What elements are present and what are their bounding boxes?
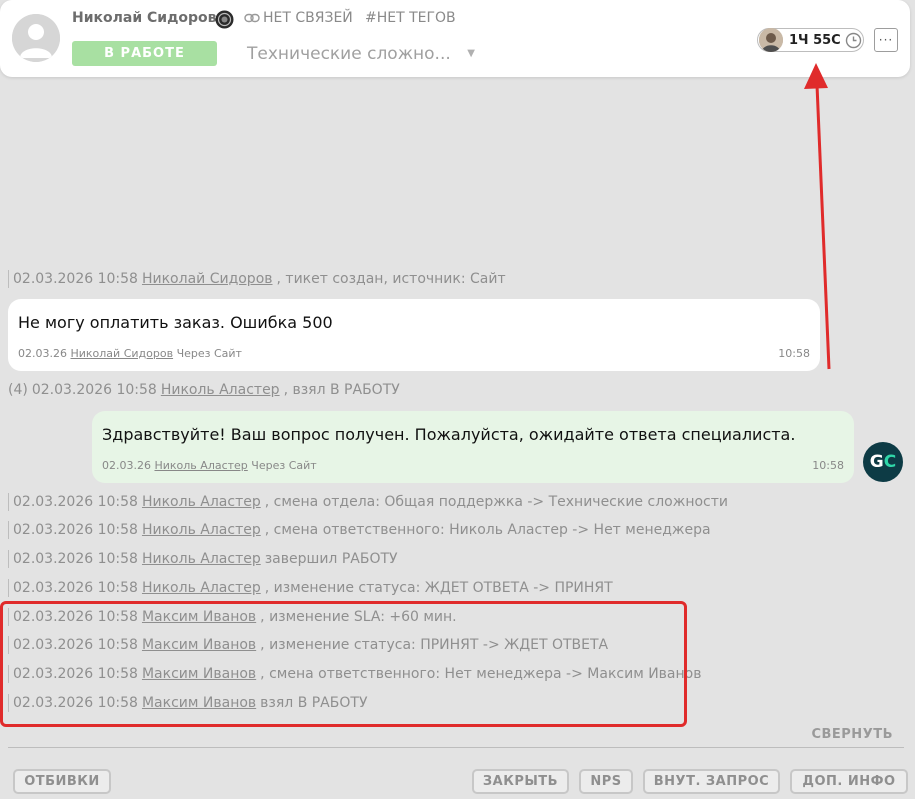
tags-label[interactable]: #НЕТ ТЕГОВ — [365, 10, 456, 26]
event-line: 02.03.2026 10:58 Николь Аластер , измене… — [8, 578, 613, 598]
operator-avatar-initial: G — [869, 452, 884, 472]
close-button[interactable]: ЗАКРЫТЬ — [472, 769, 569, 794]
message-time: 10:58 — [812, 459, 844, 472]
event-user-link[interactable]: Николь Аластер — [142, 551, 261, 567]
event-datetime: 02.03.2026 10:58 — [13, 271, 138, 287]
message-text: Не могу оплатить заказ. Ошибка 500 — [18, 313, 333, 332]
client-message: Не могу оплатить заказ. Ошибка 500 02.03… — [8, 299, 820, 371]
event-count: (4) — [8, 382, 28, 398]
client-name[interactable]: Николай Сидоров — [72, 10, 217, 26]
event-bar — [8, 493, 9, 511]
event-bar — [8, 579, 9, 597]
link-icon — [244, 13, 260, 23]
message-author-link[interactable]: Николай Сидоров — [70, 347, 173, 360]
sla-timer[interactable]: 1Ч 55С — [757, 28, 864, 52]
message-meta: 02.03.26 Николь Аластер Через Сайт — [102, 459, 317, 472]
event-action: , взял В РАБОТУ — [283, 382, 400, 398]
more-button[interactable]: ··· — [874, 28, 898, 52]
event-datetime: 02.03.2026 10:58 — [31, 382, 157, 398]
links-label[interactable]: НЕТ СВЯЗЕЙ — [244, 10, 353, 26]
event-line: 02.03.2026 10:58 Николь Аластер , смена … — [8, 492, 728, 512]
event-user-link[interactable]: Николь Аластер — [142, 522, 261, 538]
status-badge[interactable]: В РАБОТЕ — [72, 41, 217, 66]
event-user-link[interactable]: Николь Аластер — [142, 494, 261, 510]
ticket-header: Николай Сидоров НЕТ СВЯЗЕЙ #НЕТ ТЕГОВ В … — [0, 0, 910, 77]
operator-avatar[interactable]: GC — [863, 442, 903, 482]
chevron-down-icon: ▼ — [467, 48, 475, 59]
message-via: Через Сайт — [176, 347, 242, 360]
event-line: 02.03.2026 10:58 Николь Аластер , смена … — [8, 520, 711, 540]
operator-photo-icon — [759, 28, 783, 52]
event-bar — [8, 550, 9, 568]
operator-avatar-initial: C — [883, 452, 897, 472]
event-bar — [8, 521, 9, 539]
message-date: 02.03.26 — [102, 459, 151, 472]
event-datetime: 02.03.2026 10:58 — [13, 494, 138, 510]
timer-value: 1Ч 55С — [789, 32, 841, 48]
annotation-highlight-box — [0, 601, 687, 727]
event-user-link[interactable]: Николь Аластер — [142, 580, 261, 596]
links-label-text: НЕТ СВЯЗЕЙ — [263, 10, 353, 26]
templates-button[interactable]: ОТБИВКИ — [13, 769, 111, 794]
event-line: 02.03.2026 10:58 Николь Аластер завершил… — [8, 549, 398, 569]
event-bar — [8, 270, 9, 288]
site-channel-icon — [215, 10, 234, 29]
collapse-link[interactable]: СВЕРНУТЬ — [811, 727, 893, 742]
message-author-link[interactable]: Николь Аластер — [154, 459, 247, 472]
event-action: , тикет создан, источник: Сайт — [276, 271, 506, 287]
event-action: , изменение статуса: ЖДЕТ ОТВЕТА -> ПРИН… — [264, 580, 613, 596]
annotation-arrow — [804, 63, 831, 370]
event-line: (4) 02.03.2026 10:58 Николь Аластер , вз… — [8, 380, 400, 400]
event-action: завершил РАБОТУ — [264, 551, 398, 567]
event-datetime: 02.03.2026 10:58 — [13, 551, 138, 567]
client-avatar-icon[interactable] — [12, 14, 60, 62]
department-value: Технические сложно... — [247, 43, 451, 64]
extra-info-button[interactable]: ДОП. ИНФО — [790, 769, 908, 794]
event-line: 02.03.2026 10:58 Николай Сидоров , тикет… — [8, 269, 506, 289]
internal-request-button[interactable]: ВНУТ. ЗАПРОС — [643, 769, 780, 794]
event-action: , смена ответственного: Николь Аластер -… — [264, 522, 711, 538]
event-action: , смена отдела: Общая поддержка -> Техни… — [264, 494, 728, 510]
event-user-link[interactable]: Николь Аластер — [161, 382, 280, 398]
operator-message: Здравствуйте! Ваш вопрос получен. Пожалу… — [92, 411, 854, 483]
divider — [8, 747, 904, 748]
nps-button[interactable]: NPS — [579, 769, 633, 794]
message-via: Через Сайт — [251, 459, 317, 472]
department-select[interactable]: Технические сложно... ▼ — [247, 41, 479, 66]
clock-icon — [845, 32, 862, 49]
event-user-link[interactable]: Николай Сидоров — [142, 271, 273, 287]
message-text: Здравствуйте! Ваш вопрос получен. Пожалу… — [102, 425, 796, 444]
event-datetime: 02.03.2026 10:58 — [13, 580, 138, 596]
message-meta: 02.03.26 Николай Сидоров Через Сайт — [18, 347, 242, 360]
event-datetime: 02.03.2026 10:58 — [13, 522, 138, 538]
message-date: 02.03.26 — [18, 347, 67, 360]
